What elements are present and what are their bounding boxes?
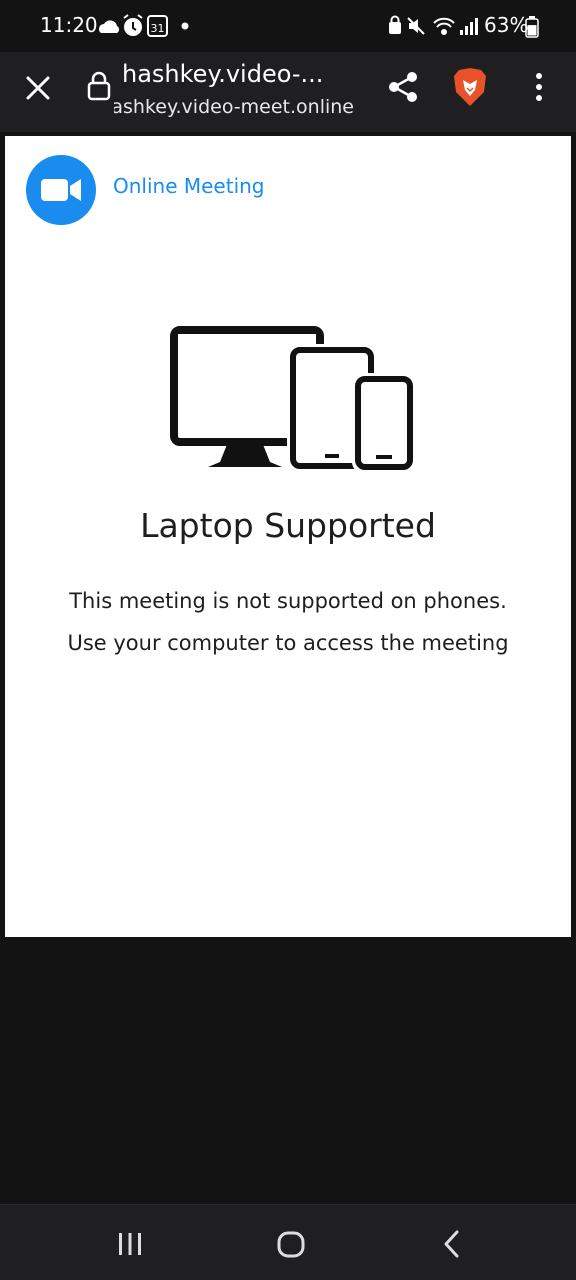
wifi-icon	[433, 17, 455, 35]
alarm-icon	[123, 14, 143, 36]
home-icon[interactable]	[276, 1231, 306, 1259]
battery-percent: 63%	[484, 13, 529, 37]
close-icon[interactable]	[24, 74, 52, 102]
page-heading: Laptop Supported	[140, 506, 436, 545]
meeting-logo[interactable]	[26, 155, 96, 225]
url-title[interactable]: hashkey.video-...	[122, 60, 323, 88]
back-icon[interactable]	[440, 1229, 462, 1259]
url-text[interactable]: hashkey.video-meet.online	[114, 96, 354, 118]
battery-icon	[525, 16, 539, 38]
recents-icon[interactable]	[116, 1231, 144, 1257]
more-vert-icon[interactable]	[529, 72, 549, 102]
calendar-icon: 31	[147, 15, 168, 37]
browser-toolbar: hashkey.video-... hashkey.video-meet.onl…	[0, 52, 576, 132]
cloud-icon	[99, 20, 120, 33]
web-page: Online Meeting Laptop Supported This mee…	[5, 136, 571, 937]
navigation-bar	[0, 1204, 576, 1280]
lock-icon[interactable]	[86, 70, 112, 102]
signal-icon	[460, 18, 478, 35]
status-system-icons	[389, 15, 478, 35]
message-line-1: This meeting is not supported on phones.	[69, 589, 507, 613]
logo-text[interactable]: Online Meeting	[113, 174, 265, 198]
share-icon[interactable]	[386, 70, 420, 104]
brave-lion-icon[interactable]	[451, 66, 489, 108]
notification-dot-icon	[181, 22, 189, 30]
secure-folder-icon	[389, 15, 401, 34]
status-notification-icons: 31	[99, 14, 189, 37]
calendar-day: 31	[151, 22, 165, 35]
mute-icon	[407, 17, 425, 35]
message-line-2: Use your computer to access the meeting	[67, 631, 509, 655]
status-time: 11:20	[40, 13, 98, 37]
devices-icon	[170, 326, 415, 471]
status-bar: 11:20 31 63%	[0, 0, 576, 52]
video-camera-icon	[41, 179, 81, 201]
